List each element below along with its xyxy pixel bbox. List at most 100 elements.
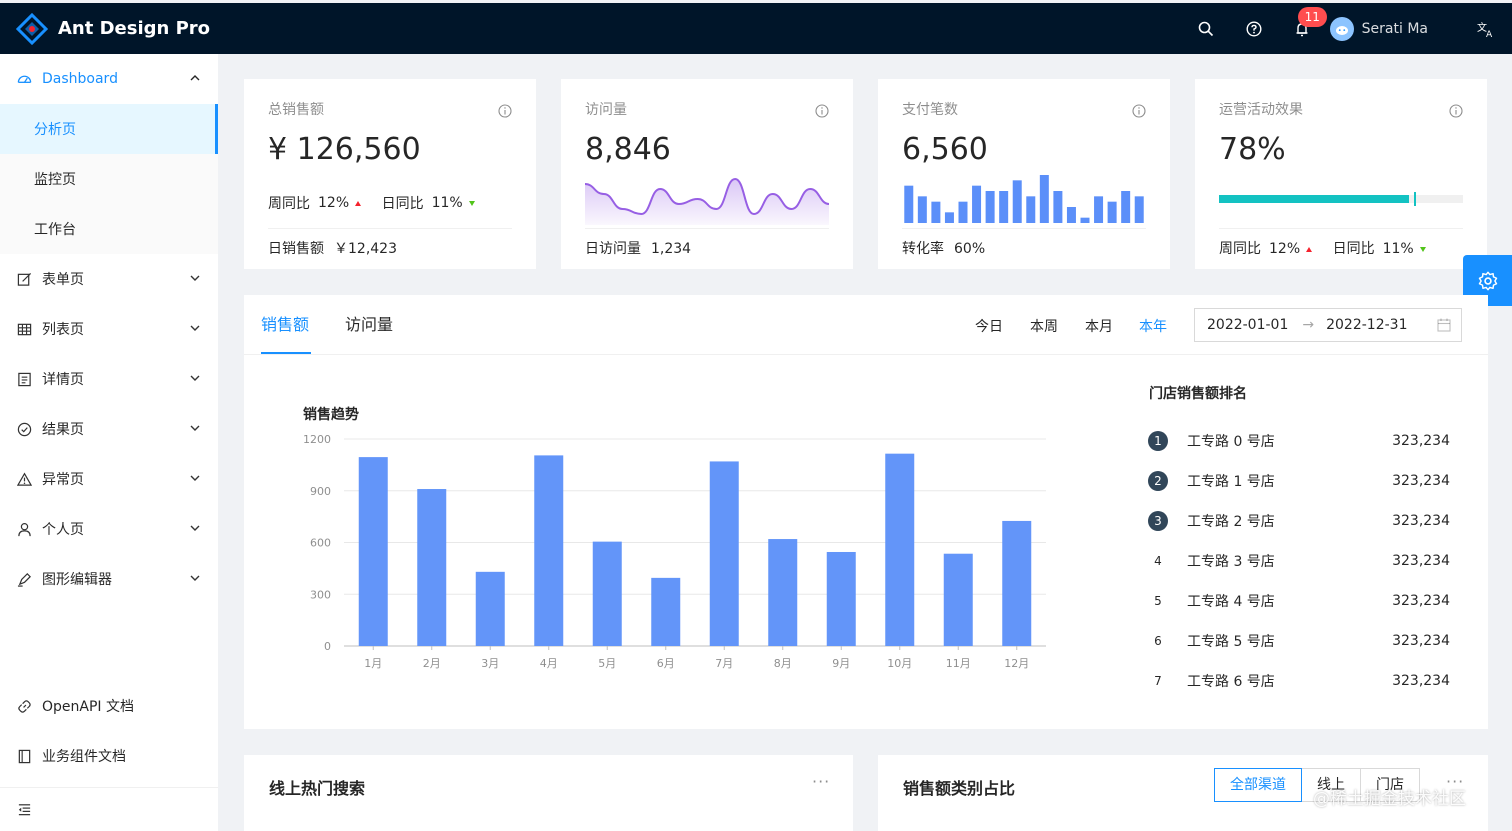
mini-bar <box>1012 180 1022 223</box>
sidebar-item-workplace[interactable]: 工作台 <box>0 204 218 254</box>
mini-bar <box>1134 196 1144 223</box>
range-today[interactable]: 今日 <box>975 316 1003 336</box>
sidebar-item-analysis[interactable]: 分析页 <box>0 104 218 154</box>
rank-store-name: 工专路 1 号店 <box>1187 474 1275 490</box>
bar[interactable] <box>885 453 915 646</box>
range-year[interactable]: 本年 <box>1139 316 1167 336</box>
sidebar-item-monitor[interactable]: 监控页 <box>0 154 218 204</box>
help-button[interactable] <box>1230 3 1278 54</box>
range-week[interactable]: 本周 <box>1030 316 1058 336</box>
bar[interactable] <box>417 489 447 646</box>
bar[interactable] <box>709 461 739 646</box>
user-menu[interactable]: Serati Ma <box>1329 16 1428 41</box>
date-range-picker[interactable]: 2022-01-01 → 2022-12-31 <box>1194 308 1462 342</box>
sales-card: 销售额 访问量 今日 本周 本月 本年 2022-01-01 → 2022-12… <box>244 295 1488 729</box>
rank-store-name: 工专路 4 号店 <box>1187 594 1275 610</box>
rank-row: 1 工专路 0 号店 323,234 <box>1148 421 1456 461</box>
mini-bar <box>1080 217 1090 223</box>
card-title: 销售额类别占比 <box>903 779 1016 798</box>
top-header: Ant Design Pro 11 Serati Ma 文A <box>0 3 1512 54</box>
info-circle-icon[interactable] <box>815 104 829 118</box>
sidebar-item-profile[interactable]: 详情页 <box>0 354 218 404</box>
trend-value: 11% <box>1382 241 1414 257</box>
sidebar-item-account[interactable]: 个人页 <box>0 504 218 554</box>
question-circle-icon <box>1246 20 1262 37</box>
book-icon <box>17 748 33 764</box>
tab-ink-bar <box>261 352 311 354</box>
svg-text:A: A <box>1486 30 1493 38</box>
info-circle-icon[interactable] <box>1132 104 1146 118</box>
sidebar-item-label: 异常页 <box>42 472 84 488</box>
chevron-down-icon <box>190 275 200 281</box>
language-switch[interactable]: 文A <box>1460 3 1512 54</box>
stat-value: ¥ 126,560 <box>268 132 421 167</box>
footer-value: 60% <box>954 241 986 257</box>
mini-bar <box>1094 196 1104 223</box>
bar[interactable] <box>475 571 505 646</box>
bar[interactable] <box>1002 520 1032 646</box>
sidebar-item-label: 图形编辑器 <box>42 572 112 588</box>
bar[interactable] <box>534 455 564 646</box>
bar[interactable] <box>651 577 681 646</box>
notification-badge: 11 <box>1297 7 1327 27</box>
ant-design-logo-icon <box>16 12 48 45</box>
sidebar-item-list[interactable]: 列表页 <box>0 304 218 354</box>
date-start[interactable]: 2022-01-01 <box>1207 317 1288 333</box>
chevron-down-icon <box>190 475 200 481</box>
stat-footer: 日访问量 1,234 <box>585 228 829 269</box>
trend-week: 周同比 12% <box>1219 229 1313 269</box>
channel-all[interactable]: 全部渠道 <box>1214 768 1302 802</box>
tab-sales[interactable]: 销售额 <box>261 314 309 336</box>
stat-footer: 日销售额 ￥12,423 <box>268 228 512 269</box>
rank-store-name: 工专路 0 号店 <box>1187 434 1275 450</box>
date-end[interactable]: 2022-12-31 <box>1326 317 1407 333</box>
rank-store-name: 工专路 5 号店 <box>1187 634 1275 650</box>
rank-store-name: 工专路 3 号店 <box>1187 554 1275 570</box>
dashboard-icon <box>17 71 33 87</box>
bar[interactable] <box>358 457 388 646</box>
sidebar-item-form[interactable]: 表单页 <box>0 254 218 304</box>
info-circle-icon[interactable] <box>1449 104 1463 118</box>
sidebar-item-dashboard[interactable]: Dashboard <box>0 54 218 104</box>
rank-number: 3 <box>1148 511 1168 531</box>
rank-number: 2 <box>1148 471 1168 491</box>
sidebar-link-openapi[interactable]: OpenAPI 文档 <box>0 681 218 731</box>
sidebar-item-result[interactable]: 结果页 <box>0 404 218 454</box>
rank-row: 2 工专路 1 号店 323,234 <box>1148 461 1456 501</box>
x-tick-label: 12月 <box>1004 657 1029 670</box>
bar[interactable] <box>768 539 798 646</box>
rank-value: 323,234 <box>1392 473 1450 489</box>
x-tick-label: 7月 <box>715 657 733 670</box>
search-button[interactable] <box>1182 3 1230 54</box>
user-name: Serati Ma <box>1361 20 1428 37</box>
mini-bar <box>1053 191 1063 223</box>
notification-button[interactable]: 11 <box>1278 3 1327 54</box>
sidebar-item-exception[interactable]: 异常页 <box>0 454 218 504</box>
payments-bar-chart <box>904 175 1144 223</box>
logo[interactable]: Ant Design Pro <box>16 12 211 45</box>
user-icon <box>17 521 33 537</box>
bar[interactable] <box>943 553 973 646</box>
sidebar-collapse-button[interactable] <box>0 787 218 831</box>
x-tick-label: 1月 <box>364 657 382 670</box>
app-title: Ant Design Pro <box>58 18 211 39</box>
more-menu-button[interactable]: ··· <box>812 772 830 791</box>
trend-value: 12% <box>318 195 350 211</box>
mini-bar <box>1107 201 1117 223</box>
caret-down-icon <box>1419 246 1426 252</box>
bar[interactable] <box>826 551 856 646</box>
range-month[interactable]: 本月 <box>1085 316 1113 336</box>
sidebar-item-editor[interactable]: 图形编辑器 <box>0 554 218 604</box>
bar[interactable] <box>592 541 622 646</box>
y-tick-label: 1200 <box>303 433 331 446</box>
tab-visits[interactable]: 访问量 <box>345 314 393 336</box>
footer-label: 日访问量 <box>585 241 641 257</box>
rank-row: 4 工专路 3 号店 323,234 <box>1148 541 1456 581</box>
sidebar-item-label: 表单页 <box>42 272 84 288</box>
info-circle-icon[interactable] <box>498 104 512 118</box>
stat-value: 78% <box>1219 132 1286 167</box>
mini-bar <box>944 212 954 223</box>
sidebar-link-components-doc[interactable]: 业务组件文档 <box>0 731 218 781</box>
sidebar-item-label: 个人页 <box>42 522 84 538</box>
sidebar-item-label: Dashboard <box>42 71 118 87</box>
